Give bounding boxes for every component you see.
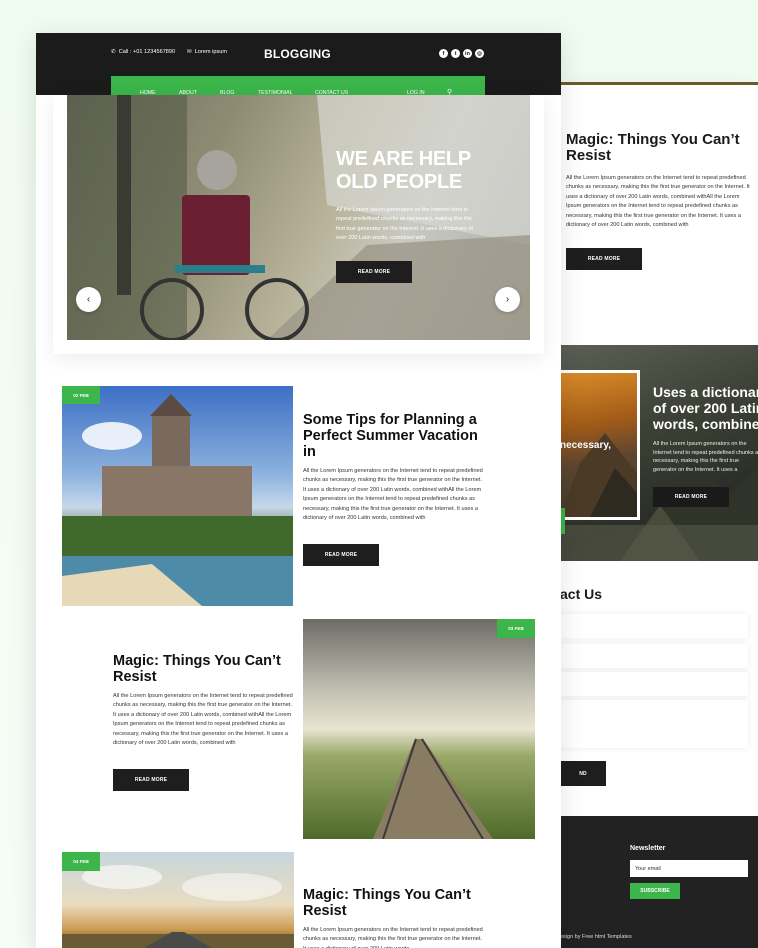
post-2-date-badge: 03 FEB bbox=[497, 619, 535, 638]
post-1-date-badge: 02 FEB bbox=[62, 386, 100, 404]
post-2-text: All the Lorem Ipsum generators on the In… bbox=[113, 693, 293, 747]
post-1-image bbox=[62, 386, 293, 606]
instagram-icon[interactable]: ◎ bbox=[475, 49, 484, 58]
slider-prev-arrow[interactable]: ‹ bbox=[76, 287, 101, 312]
hero-title: WE ARE HELP OLD PEOPLE bbox=[336, 148, 506, 194]
slider-text: All the Lorem Ipsum generators on the In… bbox=[653, 441, 758, 473]
header-image-strip bbox=[560, 82, 758, 85]
linkedin-icon[interactable]: in bbox=[463, 49, 472, 58]
contact-title: act Us bbox=[560, 586, 603, 602]
back-read-more-button[interactable]: READ MORE bbox=[566, 248, 642, 270]
call-info: ✆ Call : +01 1234567890 bbox=[111, 49, 175, 55]
slider-frame-text: necessary, bbox=[560, 440, 611, 451]
contact-phone-field[interactable] bbox=[560, 672, 748, 696]
facebook-icon[interactable]: f bbox=[439, 49, 448, 58]
hero-title-line-1: WE ARE HELP bbox=[336, 148, 471, 170]
newsletter-email-input[interactable]: Your email bbox=[630, 860, 748, 877]
post-1-text: All the Lorem Ipsum generators on the In… bbox=[303, 468, 483, 522]
call-text: Call : +01 1234567890 bbox=[118, 49, 176, 55]
footer bbox=[560, 816, 758, 948]
post-3-text: All the Lorem Ipsum generators on the In… bbox=[303, 927, 483, 948]
hero-title-line-2: OLD PEOPLE bbox=[336, 171, 462, 193]
back-post-title: Magic: Things You Can’t Resist bbox=[566, 131, 740, 164]
phone-icon: ✆ bbox=[111, 49, 116, 55]
post-2-image bbox=[303, 619, 535, 839]
hero-read-more-button[interactable]: READ MORE bbox=[336, 261, 412, 283]
post-3-date-badge: 04 FEB bbox=[62, 852, 100, 871]
back-post-text: All the Lorem Ipsum generators on the In… bbox=[566, 175, 750, 229]
hero-text: All the Lorem Ipsum generators on the In… bbox=[336, 207, 473, 242]
newsletter-title: Newsletter bbox=[630, 845, 666, 852]
mail-icon: ✉ bbox=[187, 49, 192, 55]
post-3-title[interactable]: Magic: Things You Can’t Resist bbox=[303, 887, 485, 919]
site-logo[interactable]: BLOGGING bbox=[264, 47, 331, 61]
email-info: ✉ Lorem ipsum bbox=[187, 49, 227, 55]
contact-message-field[interactable] bbox=[560, 700, 748, 748]
chevron-right-icon: › bbox=[505, 294, 510, 305]
post-2-title[interactable]: Magic: Things You Can’t Resist bbox=[113, 653, 295, 685]
railway-track bbox=[373, 738, 493, 839]
slider-next-arrow[interactable]: › bbox=[495, 287, 520, 312]
post-1-read-more-button[interactable]: READ MORE bbox=[303, 544, 379, 566]
twitter-icon[interactable]: t bbox=[451, 49, 460, 58]
chevron-left-icon: ‹ bbox=[86, 294, 91, 305]
subscribe-button[interactable]: SUBSCRIBE bbox=[630, 883, 680, 899]
contact-send-button[interactable]: ND bbox=[560, 761, 606, 786]
copyright-text: esign by Free html Templates bbox=[560, 934, 632, 940]
slider-title: Uses a dictionary of over 200 Latin word… bbox=[653, 384, 758, 432]
contact-email-field[interactable] bbox=[560, 644, 748, 668]
email-text: Lorem ipsum bbox=[194, 49, 228, 55]
castle-illustration bbox=[62, 394, 293, 606]
post-1-title[interactable]: Some Tips for Planning a Perfect Summer … bbox=[303, 412, 485, 461]
contact-name-field[interactable] bbox=[560, 614, 748, 638]
slider-read-more-button[interactable]: READ MORE bbox=[653, 487, 729, 507]
post-2-read-more-button[interactable]: READ MORE bbox=[113, 769, 189, 791]
